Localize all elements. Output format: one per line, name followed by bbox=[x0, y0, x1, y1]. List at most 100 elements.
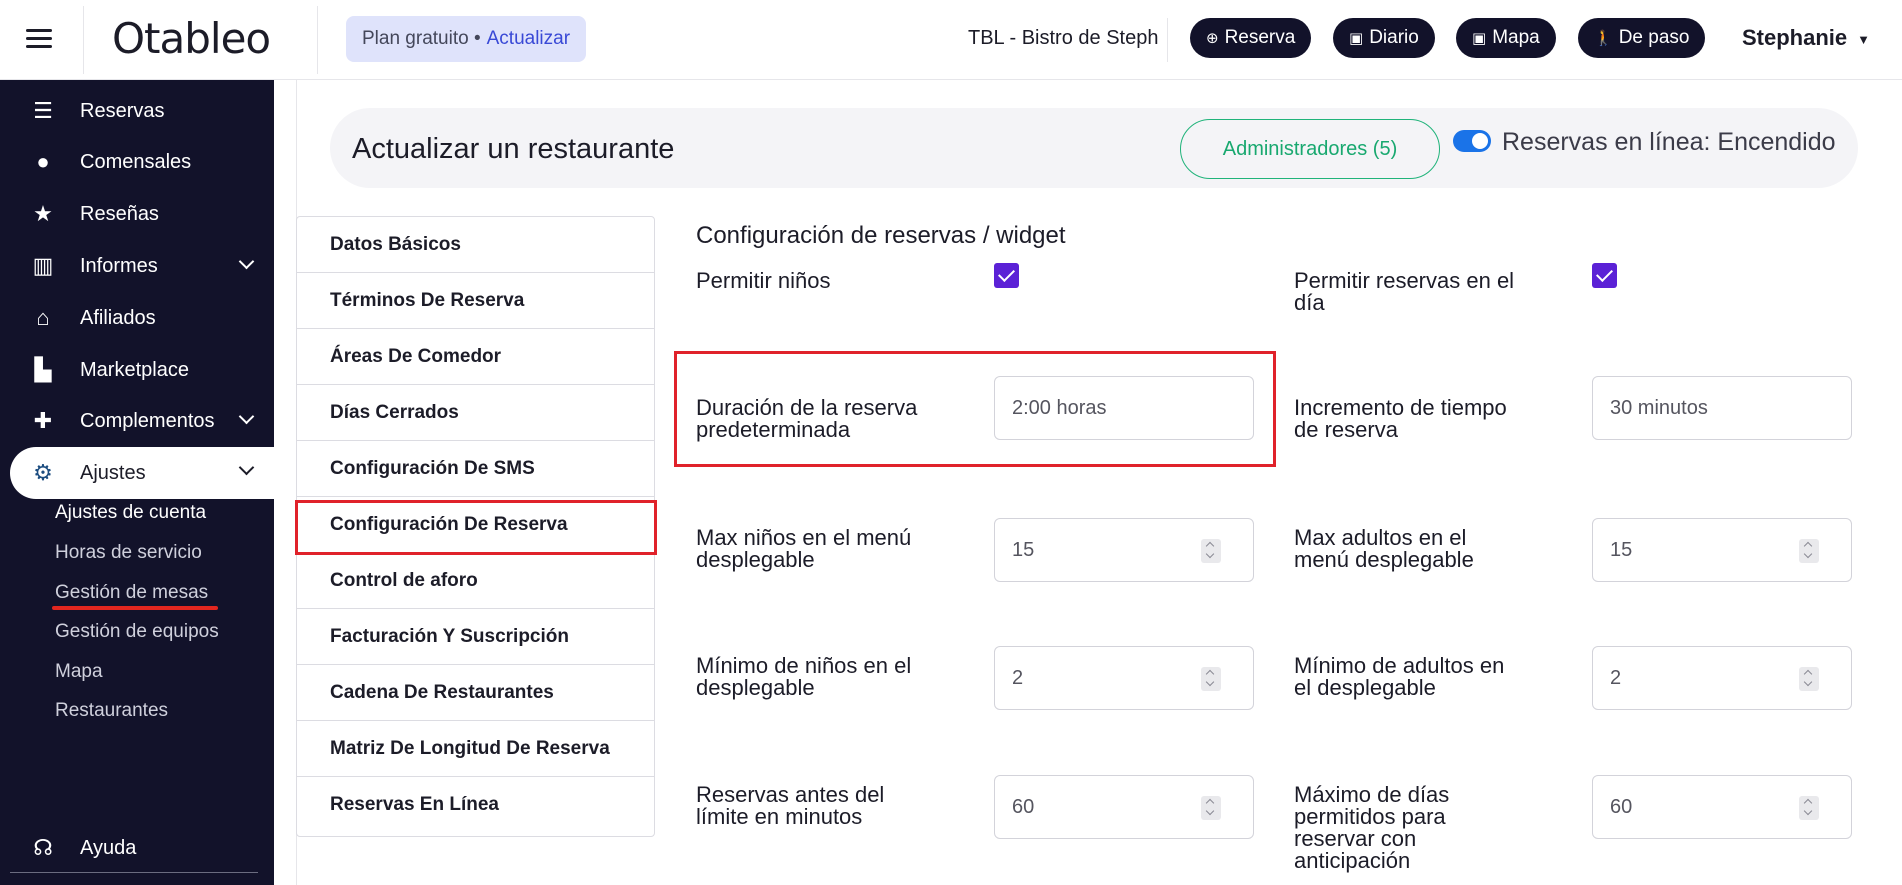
sidebar-item-ajustes[interactable]: ⚙ Ajustes bbox=[10, 447, 274, 499]
headset-icon: ☊ bbox=[33, 835, 53, 860]
walk-in-button[interactable]: 🚶 De paso bbox=[1578, 18, 1706, 58]
bar-chart-icon: ▥ bbox=[32, 253, 54, 278]
allow-children-checkbox[interactable] bbox=[994, 263, 1019, 288]
cutoff-minutes-label-line: Reservas antes del bbox=[696, 782, 885, 807]
daily-label: Diario bbox=[1369, 27, 1419, 48]
spinner-icon[interactable] bbox=[1201, 539, 1221, 563]
advance-days-label: Máximo de días permitidos para reservar … bbox=[1294, 784, 1449, 872]
sidebar-item-afiliados[interactable]: ⌂ Afiliados bbox=[0, 293, 274, 343]
same-day-label-line: día bbox=[1294, 290, 1325, 315]
user-menu[interactable]: Stephanie ▼ bbox=[1742, 25, 1870, 51]
min-children-label-line: desplegable bbox=[696, 675, 815, 700]
walking-icon: 🚶 bbox=[1594, 30, 1613, 47]
max-children-value: 15 bbox=[1012, 538, 1035, 561]
advance-days-stepper[interactable]: 60 bbox=[1592, 775, 1852, 839]
sidebar-subitem-gestion-de-mesas[interactable]: Gestión de mesas bbox=[55, 582, 208, 604]
menu-item-matriz-de-longitud-de-reserva[interactable]: Matriz De Longitud De Reserva bbox=[297, 721, 654, 777]
calendar-icon: ▣ bbox=[1472, 30, 1487, 47]
max-children-stepper[interactable]: 15 bbox=[994, 518, 1254, 582]
divider bbox=[1167, 18, 1168, 62]
sidebar-item-label: Marketplace bbox=[80, 358, 189, 381]
advance-days-label-line: anticipación bbox=[1294, 848, 1411, 873]
menu-item-cadena-de-restaurantes[interactable]: Cadena De Restaurantes bbox=[297, 665, 654, 721]
online-reservations-toggle[interactable] bbox=[1453, 130, 1491, 152]
menu-item-dias-cerrados[interactable]: Días Cerrados bbox=[297, 385, 654, 441]
new-reservation-label: Reserva bbox=[1224, 27, 1296, 48]
map-button[interactable]: ▣ Mapa bbox=[1456, 18, 1556, 58]
hamburger-menu-icon[interactable] bbox=[26, 29, 52, 49]
menu-item-facturacion-y-suscripcion[interactable]: Facturación Y Suscripción bbox=[297, 609, 654, 665]
time-increment-label-line: Incremento de tiempo bbox=[1294, 395, 1507, 420]
gear-icon: ⚙ bbox=[33, 460, 53, 485]
time-increment-label: Incremento de tiempo de reserva bbox=[1294, 397, 1507, 441]
advance-days-label-line: Máximo de días bbox=[1294, 782, 1450, 807]
highlight-box bbox=[674, 351, 1276, 467]
sidebar-item-informes[interactable]: ▥ Informes bbox=[0, 241, 274, 291]
time-increment-label-line: de reserva bbox=[1294, 417, 1398, 442]
cutoff-minutes-label: Reservas antes del límite en minutos bbox=[696, 784, 884, 828]
spinner-icon[interactable] bbox=[1201, 796, 1221, 820]
cutoff-minutes-value: 60 bbox=[1012, 795, 1035, 818]
divider bbox=[317, 6, 318, 74]
spinner-icon[interactable] bbox=[1799, 539, 1819, 563]
spinner-icon[interactable] bbox=[1799, 796, 1819, 820]
plan-badge: Plan gratuito • Actualizar bbox=[346, 16, 587, 62]
sidebar-item-reservas[interactable]: ☰ Reservas bbox=[0, 86, 274, 136]
menu-item-reservas-en-linea[interactable]: Reservas En Línea bbox=[297, 777, 654, 833]
sidebar-item-ayuda[interactable]: ☊ Ayuda bbox=[0, 823, 274, 873]
sidebar-subitem-restaurantes[interactable]: Restaurantes bbox=[55, 700, 168, 722]
sidebar-subitem-gestion-de-equipos[interactable]: Gestión de equipos bbox=[55, 621, 219, 643]
same-day-checkbox[interactable] bbox=[1592, 263, 1617, 288]
spinner-icon[interactable] bbox=[1799, 667, 1819, 691]
max-adults-label-line: menú desplegable bbox=[1294, 547, 1474, 572]
sidebar-item-marketplace[interactable]: ▙ Marketplace bbox=[0, 345, 274, 395]
chevron-down-icon bbox=[238, 253, 255, 270]
sidebar-item-resenas[interactable]: ★ Reseñas bbox=[0, 189, 274, 239]
sidebar-item-comensales[interactable]: ● Comensales bbox=[0, 137, 274, 187]
person-icon: ● bbox=[36, 149, 50, 174]
menu-item-control-de-aforo[interactable]: Control de aforo bbox=[297, 553, 654, 609]
menu-item-datos-basicos[interactable]: Datos Básicos bbox=[297, 217, 654, 273]
chevron-down-icon bbox=[238, 459, 255, 476]
daily-button[interactable]: ▣ Diario bbox=[1333, 18, 1435, 58]
walk-in-label: De paso bbox=[1618, 27, 1690, 48]
cart-icon: ▙ bbox=[34, 357, 52, 382]
min-children-label-line: Mínimo de niños en el bbox=[696, 653, 912, 678]
online-reservations-label: Reservas en línea: Encendido bbox=[1502, 128, 1836, 156]
upgrade-link[interactable]: Actualizar bbox=[487, 28, 570, 50]
menu-item-terminos-de-reserva[interactable]: Términos De Reserva bbox=[297, 273, 654, 329]
min-children-stepper[interactable]: 2 bbox=[994, 646, 1254, 710]
map-label: Mapa bbox=[1492, 27, 1540, 48]
sidebar-item-label: Comensales bbox=[80, 150, 192, 173]
sidebar-item-label: Informes bbox=[80, 254, 158, 277]
sidebar-item-label: Ayuda bbox=[80, 836, 137, 859]
divider bbox=[83, 6, 84, 74]
max-children-label: Max niños en el menú desplegable bbox=[696, 527, 911, 571]
max-adults-stepper[interactable]: 15 bbox=[1592, 518, 1852, 582]
sidebar-subitem-ajustes-de-cuenta[interactable]: Ajustes de cuenta bbox=[55, 502, 206, 524]
sidebar-item-label: Reseñas bbox=[80, 202, 159, 225]
caret-down-icon: ▼ bbox=[1857, 31, 1871, 47]
max-children-label-line: desplegable bbox=[696, 547, 815, 572]
administrators-button[interactable]: Administradores (5) bbox=[1180, 119, 1440, 179]
min-adults-value: 2 bbox=[1610, 666, 1622, 689]
min-children-label: Mínimo de niños en el desplegable bbox=[696, 655, 911, 699]
spinner-icon[interactable] bbox=[1201, 667, 1221, 691]
tableo-logo[interactable]: Otableo bbox=[112, 14, 271, 63]
menu-item-areas-de-comedor[interactable]: Áreas De Comedor bbox=[297, 329, 654, 385]
new-reservation-button[interactable]: ⊕ Reserva bbox=[1190, 18, 1312, 58]
same-day-label-line: Permitir reservas en el bbox=[1294, 268, 1515, 293]
cutoff-minutes-stepper[interactable]: 60 bbox=[994, 775, 1254, 839]
max-adults-value: 15 bbox=[1610, 538, 1633, 561]
min-adults-stepper[interactable]: 2 bbox=[1592, 646, 1852, 710]
min-adults-label: Mínimo de adultos en el desplegable bbox=[1294, 655, 1504, 699]
list-icon: ☰ bbox=[33, 98, 53, 123]
advance-days-label-line: permitidos para bbox=[1294, 804, 1446, 829]
current-page-underline bbox=[52, 606, 218, 610]
sidebar-subitem-mapa[interactable]: Mapa bbox=[55, 661, 103, 683]
sidebar-item-label: Ajustes bbox=[80, 461, 146, 484]
sidebar-item-complementos[interactable]: ✚ Complementos bbox=[0, 396, 274, 446]
sidebar-subitem-horas-de-servicio[interactable]: Horas de servicio bbox=[55, 542, 202, 564]
time-increment-field[interactable]: 30 minutos bbox=[1592, 376, 1852, 440]
menu-item-configuracion-de-sms[interactable]: Configuración De SMS bbox=[297, 441, 654, 497]
